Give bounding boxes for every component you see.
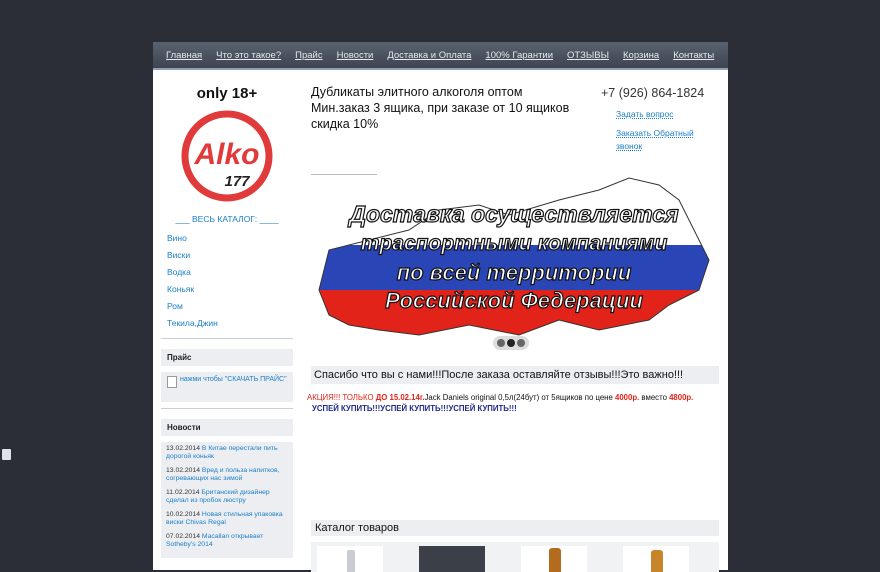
- left-sidebar: only 18+ Alko 177 ___ ВЕСЬ КАТАЛОГ: ____…: [161, 70, 293, 558]
- price-heading: Прайс: [161, 349, 293, 366]
- page-content: only 18+ Alko 177 ___ ВЕСЬ КАТАЛОГ: ____…: [153, 70, 728, 572]
- promo-label: АКЦИЯ!!! ТОЛЬКО: [307, 393, 376, 402]
- promo-old-price: 4800р.: [669, 393, 694, 402]
- catalog-heading[interactable]: ___ ВЕСЬ КАТАЛОГ: ____: [161, 214, 293, 224]
- phone-number: +7 (926) 864-1824: [601, 86, 705, 100]
- slogan-line-2: Мин.заказ 3 ящика, при заказе от 10 ящик…: [311, 101, 570, 131]
- news-item[interactable]: 10.02.2014 Новая стильная упаковка виски…: [166, 511, 288, 527]
- bottle-image: [347, 550, 355, 572]
- news-list: 13.02.2014 В Китае перестали пить дорого…: [161, 442, 293, 558]
- category-list: Вино Виски Водка Коньяк Ром Текила,Джин: [167, 230, 293, 332]
- thanks-message: Спасибо что вы с нами!!!После заказа ост…: [311, 366, 719, 384]
- logo-text: Alko: [193, 138, 259, 171]
- news-item[interactable]: 11.02.2014 Британский дизайнер сделал из…: [166, 489, 288, 505]
- top-nav: Главная Что это такое? Прайс Новости Дос…: [153, 42, 728, 68]
- category-wine[interactable]: Вино: [167, 230, 293, 247]
- price-box: нажми чтобы "СКАЧАТЬ ПРАЙС": [161, 372, 293, 402]
- promo-hurry: УСПЕЙ КУПИТЬ!!!УСПЕЙ КУПИТЬ!!!УСПЕЙ КУПИ…: [312, 404, 517, 413]
- promo-price: 4000р.: [614, 393, 640, 402]
- slider-dot-active[interactable]: [507, 339, 515, 347]
- news-item[interactable]: 13.02.2014 Вред и польза напитков, согре…: [166, 467, 288, 483]
- age-notice: only 18+: [196, 85, 258, 102]
- nav-news[interactable]: Новости: [337, 50, 374, 61]
- nav-delivery[interactable]: Доставка и Оплата: [387, 50, 471, 61]
- slider-dot[interactable]: [497, 339, 505, 347]
- banner-line-1: Доставка осуществляется: [347, 201, 679, 227]
- category-rum[interactable]: Ром: [167, 298, 293, 315]
- news-item[interactable]: 13.02.2014 В Китае перестали пить дорого…: [166, 445, 288, 461]
- category-vodka[interactable]: Водка: [167, 264, 293, 281]
- nav-contacts[interactable]: Контакты: [673, 50, 714, 61]
- banner-line-4: Российской Федерации: [385, 288, 643, 313]
- divider: [161, 408, 293, 409]
- divider: [161, 338, 293, 339]
- nav-guarantee[interactable]: 100% Гарантии: [485, 50, 553, 61]
- news-date: 13.02.2014: [166, 445, 201, 452]
- catalog-title: Каталог товаров: [311, 520, 719, 536]
- slogan: Дубликаты элитного алкоголя оптом Мин.за…: [311, 84, 591, 132]
- contact-links: Задать вопрос Заказать Обратный звонок: [616, 108, 701, 159]
- nav-cart[interactable]: Корзина: [623, 50, 659, 61]
- news-date: 10.02.2014: [166, 511, 201, 518]
- logo-number: 177: [224, 173, 250, 190]
- ask-question-link[interactable]: Задать вопрос: [616, 108, 701, 121]
- banner-line-3: по всей территории: [397, 260, 632, 285]
- callback-link[interactable]: Заказать Обратный звонок: [616, 127, 701, 153]
- nav-reviews[interactable]: ОТЗЫВЫ: [567, 50, 609, 61]
- nav-price[interactable]: Прайс: [295, 50, 322, 61]
- category-cognac[interactable]: Коньяк: [167, 281, 293, 298]
- promo-block: АКЦИЯ!!! ТОЛЬКО ДО 15.02.14г.Jack Daniel…: [307, 392, 721, 414]
- nav-what[interactable]: Что это такое?: [216, 50, 281, 61]
- category-whisky[interactable]: Виски: [167, 247, 293, 264]
- bottle-image: [549, 548, 561, 572]
- side-widget-icon[interactable]: [2, 449, 11, 460]
- category-tequila-gin[interactable]: Текила,Джин: [167, 315, 293, 332]
- news-date: 13.02.2014: [166, 467, 201, 474]
- site-wrapper: Главная Что это такое? Прайс Новости Дос…: [153, 42, 728, 572]
- logo-icon: Alko 177: [181, 110, 273, 202]
- promo-product: Jack Daniels original 0,5л(24бут) от 5ящ…: [424, 393, 615, 402]
- news-heading: Новости: [161, 419, 293, 436]
- document-icon: [167, 376, 177, 388]
- site-logo[interactable]: Alko 177: [179, 108, 275, 204]
- product-card[interactable]: [317, 546, 383, 572]
- russia-map-image: Доставка осуществляется траспортными ком…: [318, 177, 710, 350]
- slider-dot[interactable]: [517, 339, 525, 347]
- news-date: 07.02.2014: [166, 533, 201, 540]
- product-strip: [311, 542, 719, 572]
- product-card[interactable]: [419, 546, 485, 572]
- download-price-link[interactable]: нажми чтобы "СКАЧАТЬ ПРАЙС": [180, 376, 287, 398]
- product-card[interactable]: [521, 546, 587, 572]
- promo-deadline: ДО 15.02.14г.: [375, 393, 425, 402]
- nav-home[interactable]: Главная: [166, 50, 202, 61]
- bottle-image: [651, 550, 663, 572]
- promo-instead: вместо: [639, 393, 670, 402]
- delivery-banner[interactable]: Доставка осуществляется траспортными ком…: [299, 170, 719, 360]
- banner-line-2: траспортными компаниями: [361, 232, 668, 255]
- news-item[interactable]: 07.02.2014 Macallan открывает Sotheby's …: [166, 533, 288, 549]
- product-card[interactable]: [623, 546, 689, 572]
- news-date: 11.02.2014: [166, 489, 200, 496]
- slogan-line-1: Дубликаты элитного алкоголя оптом: [311, 85, 523, 99]
